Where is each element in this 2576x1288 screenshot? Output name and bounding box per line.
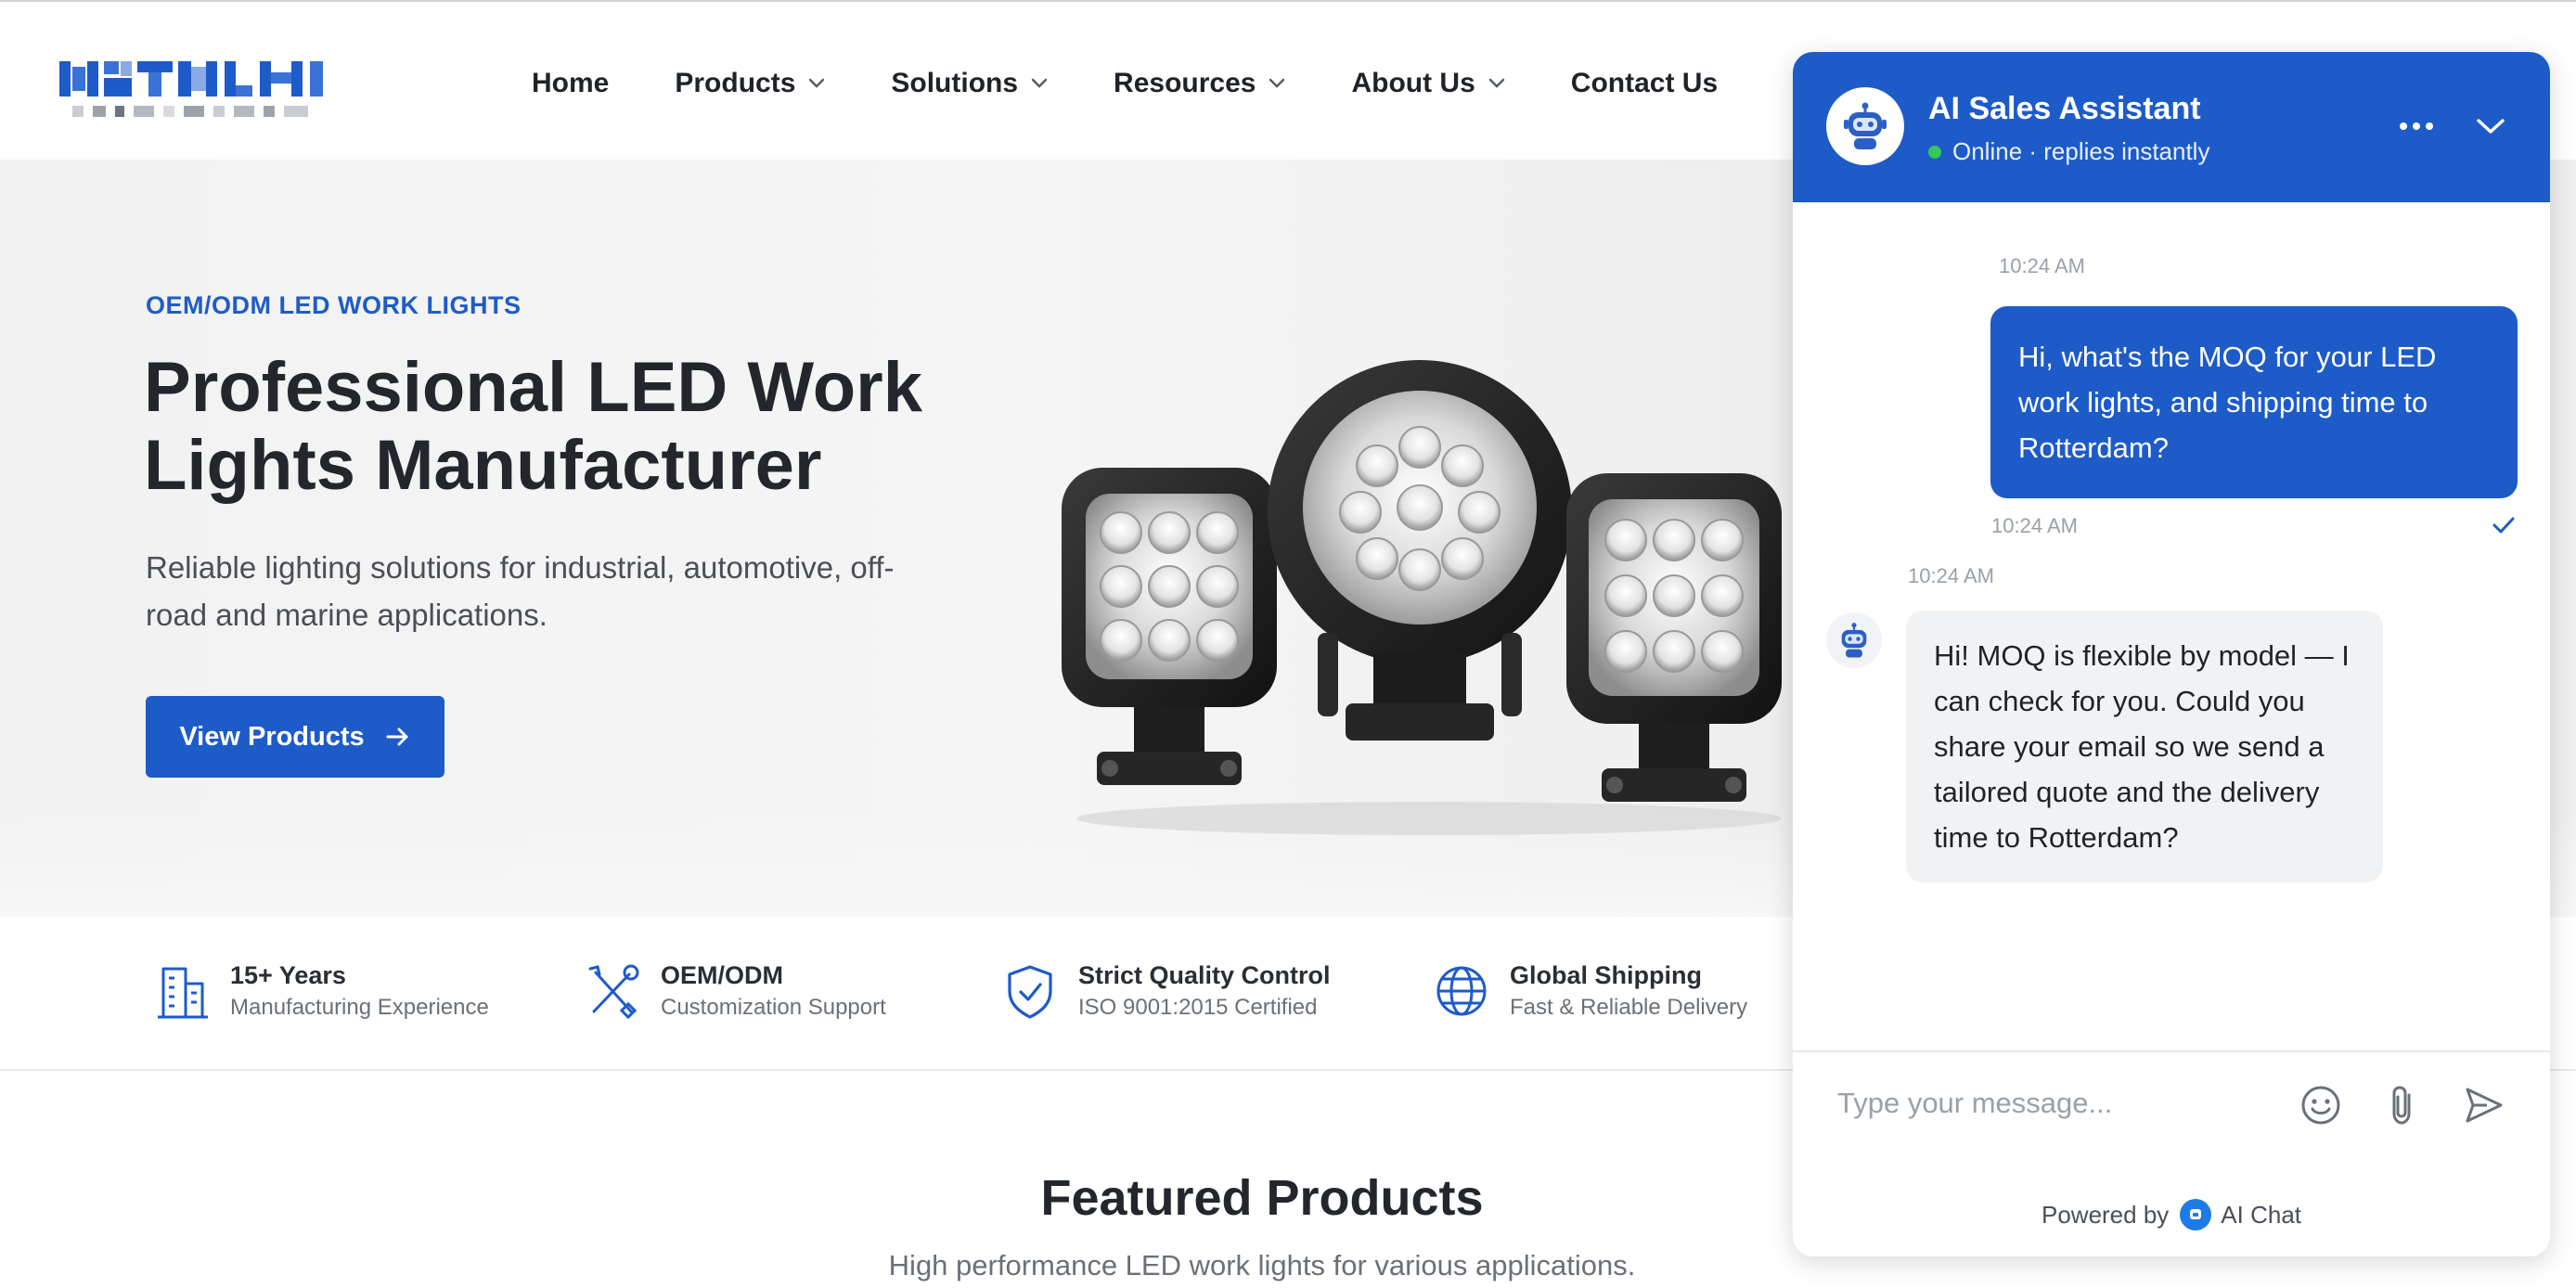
nav-item-contact-us[interactable]: Contact Us: [1571, 68, 1718, 99]
chevron-down-icon: [2477, 119, 2505, 134]
chat-status: Online · replies instantly: [1928, 137, 2209, 166]
assistant-avatar: [1826, 612, 1882, 668]
paperclip-icon: [2392, 1086, 2411, 1125]
powered-by-brand[interactable]: AI Chat: [2221, 1201, 2301, 1230]
attach-button[interactable]: [2379, 1082, 2426, 1128]
hero-title: Professional LED Work Lights Manufacture…: [144, 348, 923, 505]
assistant-message-bubble: Hi! MOQ is flexible by model — I can che…: [1906, 611, 2383, 882]
nav-item-home[interactable]: Home: [532, 68, 609, 99]
chevron-down-icon: [1488, 78, 1504, 88]
chat-header: AI Sales Assistant Online · replies inst…: [1793, 52, 2550, 202]
send-icon: [2466, 1088, 2503, 1123]
ai-chat-logo-icon: [2180, 1199, 2212, 1230]
nav-item-resources[interactable]: Resources: [1114, 68, 1285, 99]
chevron-down-icon: [1269, 78, 1285, 88]
chevron-down-icon: [1031, 78, 1048, 88]
nav-item-products[interactable]: Products: [675, 68, 825, 99]
assistant-avatar: [1826, 87, 1904, 165]
nav-label: Home: [532, 68, 610, 98]
collapse-chat-button[interactable]: [2468, 104, 2513, 148]
arrow-right-icon: [386, 728, 408, 746]
main-nav: Home Products Solutions Resources About …: [532, 65, 1784, 102]
nav-label: Contact Us: [1570, 68, 1719, 98]
hero-subtitle: Reliable lighting solutions for industri…: [146, 550, 895, 632]
feature-title: Global Shipping: [1510, 961, 1702, 989]
nav-label: Resources: [1114, 68, 1256, 98]
emoji-icon: [2301, 1086, 2340, 1125]
chat-status-text: Online · replies instantly: [1952, 137, 2210, 165]
chat-widget: AI Sales Assistant Online · replies inst…: [1793, 52, 2550, 1256]
feature-title: OEM/ODM: [661, 961, 783, 989]
chevron-down-icon: [809, 78, 825, 88]
globe-icon: [1436, 966, 1487, 1016]
send-button[interactable]: [2461, 1082, 2507, 1128]
logo-mark: [59, 61, 323, 117]
message-timestamp: 10:24 AM: [1991, 514, 2078, 537]
powered-by-prefix: Powered by: [2041, 1200, 2170, 1229]
more-options-button[interactable]: [2394, 106, 2439, 147]
chat-title: AI Sales Assistant: [1928, 91, 2201, 126]
robot-icon: [1841, 623, 1867, 658]
feature-subtitle: ISO 9001:2015 Certified: [1078, 995, 1318, 1020]
shield-check-icon: [1008, 965, 1052, 1019]
page: Home Products Solutions Resources About …: [0, 0, 2576, 1288]
view-products-button[interactable]: View Products: [146, 696, 444, 778]
building-icon: [158, 967, 208, 1019]
message-timestamp: 10:24 AM: [1908, 564, 1994, 587]
composer-divider: [1793, 1050, 2550, 1052]
robot-icon: [1844, 102, 1887, 149]
online-status-dot: [1928, 145, 1941, 159]
nav-label: Products: [675, 68, 796, 98]
company-logo[interactable]: [59, 58, 330, 122]
powered-by: Powered by AI Chat: [1793, 1199, 2550, 1230]
message-timestamp: 10:24 AM: [1999, 254, 2085, 277]
nav-label: Solutions: [891, 68, 1019, 98]
nav-item-about-us[interactable]: About Us: [1351, 68, 1504, 99]
tools-icon: [588, 964, 639, 1020]
feature-subtitle: Customization Support: [661, 995, 886, 1020]
nav-item-solutions[interactable]: Solutions: [891, 68, 1048, 99]
hero-eyebrow: OEM/ODM LED WORK LIGHTS: [146, 291, 522, 319]
feature-title: Strict Quality Control: [1078, 961, 1331, 989]
user-message-bubble: Hi, what's the MOQ for your LED work lig…: [1990, 306, 2518, 498]
led-work-lights-image: [1062, 360, 1782, 835]
feature-title: 15+ Years: [230, 961, 346, 989]
nav-label: About Us: [1351, 68, 1475, 98]
view-products-label: View Products: [179, 721, 365, 752]
feature-subtitle: Manufacturing Experience: [230, 995, 489, 1020]
read-check-icon: [2492, 517, 2515, 534]
more-horizontal-icon: [2400, 122, 2433, 130]
feature-subtitle: Fast & Reliable Delivery: [1510, 995, 1748, 1020]
chat-message-input[interactable]: [1837, 1071, 2283, 1136]
emoji-button[interactable]: [2298, 1082, 2344, 1128]
